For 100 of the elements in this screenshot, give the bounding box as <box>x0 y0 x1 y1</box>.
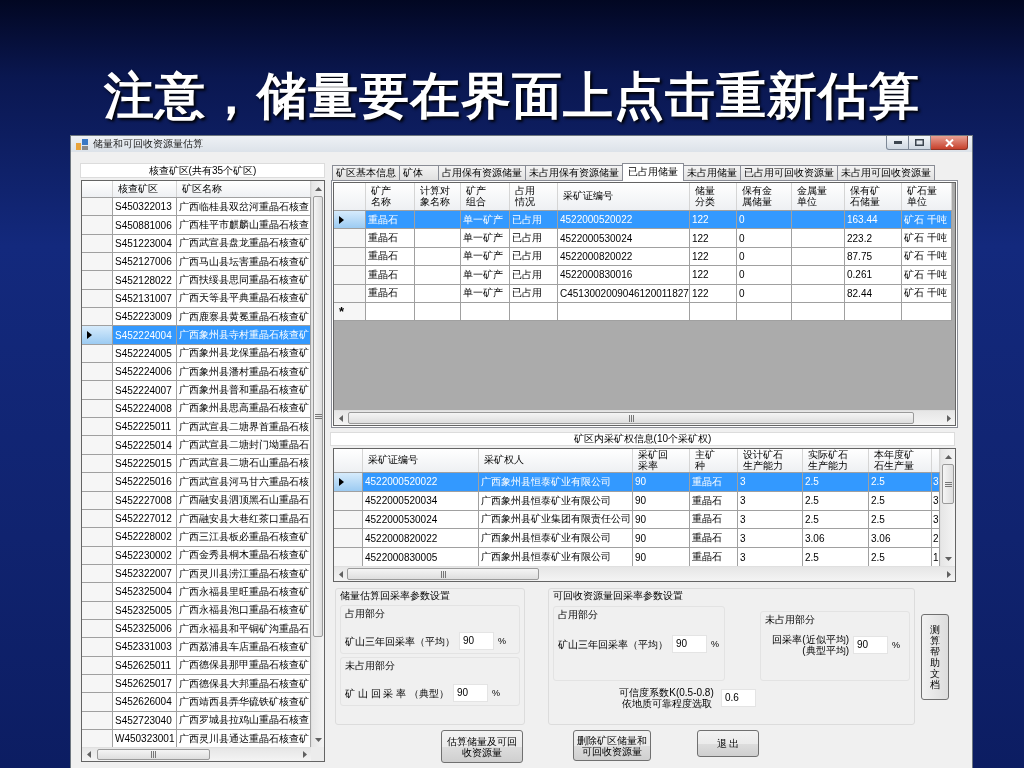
table-cell: 90 <box>633 510 690 529</box>
table-row[interactable]: 4522000830005 广西象州县恒泰矿业有限公司 90 重晶石 3 2.5 2.5 1 <box>334 548 940 566</box>
table-row[interactable]: S452223009 广西鹿寨县黄冕重晶石核查矿 <box>82 308 311 327</box>
maximize-button[interactable] <box>909 136 931 150</box>
table-cell: 2.5 <box>803 491 869 510</box>
column-header[interactable]: 保有金属储量 <box>737 183 792 210</box>
column-header[interactable]: 计算对象名称 <box>415 183 461 210</box>
left-arrow-icon[interactable] <box>338 570 343 578</box>
left-arrow-icon[interactable] <box>338 414 343 422</box>
table-cell: 3 <box>738 548 803 566</box>
table-row[interactable]: S452224007 广西象州县普和重晶石核查矿 <box>82 381 311 400</box>
scrollbar-corner <box>311 747 324 761</box>
column-header[interactable]: 矿产名称 <box>366 183 415 210</box>
table-row[interactable]: 重晶石 单一矿产 已占用 4522000830016 122 0 0.261 矿石 千吨 <box>334 266 952 285</box>
right-arrow-icon[interactable] <box>946 414 951 422</box>
horizontal-scrollbar[interactable] <box>334 566 955 581</box>
down-arrow-icon[interactable] <box>944 556 952 561</box>
table-cell: 单一矿产 <box>461 247 510 266</box>
table-cell: 223.2 <box>845 229 902 247</box>
minimize-button[interactable] <box>886 136 909 150</box>
column-header[interactable]: 主矿种 <box>690 449 738 472</box>
table-row[interactable]: 重晶石 单一矿产 已占用 4522000530024 122 0 223.2 矿石 千吨 <box>334 229 952 248</box>
input-field[interactable]: 0.6 <box>721 689 756 707</box>
table-row[interactable]: S452626004 广西靖西县弄华硫铁矿核查矿 <box>82 693 311 712</box>
group-title: 未占用部分 <box>345 660 395 672</box>
table-row[interactable]: S450322013 广西临桂县双岔河重晶石核查 <box>82 198 311 217</box>
table-row[interactable]: S452224006 广西象州县潘村重晶石核查矿 <box>82 363 311 382</box>
table-cell: 4522000820022 <box>558 247 690 266</box>
table-row[interactable]: S450881006 广西桂平市麒麟山重晶石核查 <box>82 216 311 235</box>
table-row[interactable]: S452228002 广西三江县板必重晶石核查矿 <box>82 528 311 547</box>
table-cell: 已占用 <box>510 284 558 302</box>
column-header[interactable]: 储量分类 <box>690 183 737 210</box>
vertical-scrollbar[interactable] <box>311 181 324 747</box>
table-cell: S452325006 <box>113 619 177 638</box>
table-row[interactable]: S452127006 广西马山县坛害重晶石核查矿 <box>82 253 311 272</box>
column-header[interactable]: 采矿权人 <box>479 449 633 472</box>
table-row[interactable]: S452331003 广西荔浦县车店重晶石核查矿 <box>82 638 311 657</box>
action-button[interactable]: 删除矿区储量和可回收资源量 <box>573 730 651 761</box>
table-cell: 122 <box>690 247 737 266</box>
table-row[interactable]: S452128022 广西扶绥县思同重晶石核查矿 <box>82 271 311 290</box>
table-cell: S450322013 <box>113 198 177 216</box>
action-button[interactable]: 退 出 <box>697 730 759 757</box>
input-field[interactable]: 90 <box>672 635 707 653</box>
horizontal-scrollbar[interactable] <box>82 747 311 761</box>
column-header[interactable]: 矿石量单位 <box>902 183 952 210</box>
table-row[interactable]: S452225011 广西武宣县二塘界首重晶石核 <box>82 418 311 437</box>
scrollbar-thumb[interactable] <box>313 196 323 637</box>
table-row[interactable]: S452225016 广西武宣县河马甘六重晶石核 <box>82 473 311 492</box>
table-cell: 4522000820022 <box>363 529 479 548</box>
table-cell: 重晶石 <box>366 284 415 302</box>
down-arrow-icon[interactable] <box>314 737 322 742</box>
table-cell: 已占用 <box>510 211 558 229</box>
horizontal-scrollbar[interactable] <box>334 410 955 425</box>
column-header[interactable]: 实际矿石生产能力 <box>803 449 869 472</box>
action-button[interactable]: 估算储量及可回收资源量 <box>441 730 523 763</box>
column-header[interactable]: 占用情况 <box>510 183 558 210</box>
table-cell: S452228002 <box>113 528 177 546</box>
group-title: 储量估算回采率参数设置 <box>340 590 450 602</box>
scrollbar-thumb[interactable] <box>348 412 914 424</box>
column-header[interactable]: 设计矿石生产能力 <box>738 449 803 472</box>
close-button[interactable] <box>931 136 968 150</box>
table-cell: S451223004 <box>113 234 177 253</box>
column-header[interactable]: 采矿证编号 <box>558 183 690 210</box>
scrollbar-thumb[interactable] <box>942 464 954 504</box>
scrollbar-thumb[interactable] <box>347 568 539 580</box>
table-row[interactable]: S452225014 广西武宣县二塘封门坳重晶石 <box>82 436 311 455</box>
up-arrow-icon[interactable] <box>944 454 952 459</box>
tab[interactable]: 未占用可回收资源量 <box>837 165 935 180</box>
tab[interactable]: 已占用可回收资源量 <box>740 165 838 180</box>
tab[interactable]: 未占用保有资源储量 <box>525 165 623 180</box>
input-field[interactable]: 90 <box>853 636 888 654</box>
table-cell: 单一矿产 <box>461 229 510 247</box>
table-cell: S452131007 <box>113 289 177 308</box>
input-field[interactable]: 90 <box>459 632 494 650</box>
table-row[interactable]: 4522000820022 广西象州县恒泰矿业有限公司 90 重晶石 3 3.06 3.06 2 <box>334 529 940 549</box>
column-header[interactable]: 矿产组合 <box>461 183 510 210</box>
table-row[interactable]: S452325004 广西永福县里旺重晶石核查矿 <box>82 583 311 602</box>
right-arrow-icon[interactable] <box>946 570 951 578</box>
table-cell: 矿石 千吨 <box>902 211 952 229</box>
column-header[interactable]: 本年度矿石生产量 <box>869 449 932 472</box>
column-header[interactable]: 核查矿区 <box>113 181 177 197</box>
table-cell: 87.75 <box>845 247 902 266</box>
left-arrow-icon[interactable] <box>86 751 91 758</box>
tab[interactable]: 已占用储量 <box>622 163 684 181</box>
scrollbar-thumb[interactable] <box>97 749 210 760</box>
column-header[interactable]: 采矿证编号 <box>363 449 479 472</box>
tab[interactable]: 矿体 <box>399 165 439 180</box>
help-doc-button[interactable]: 测算帮助文档 <box>921 614 949 700</box>
up-arrow-icon[interactable] <box>314 186 322 191</box>
vertical-scrollbar[interactable] <box>940 449 955 566</box>
column-header[interactable]: 金属量单位 <box>792 183 845 210</box>
table-cell: 矿石 千吨 <box>902 229 952 247</box>
table-cell: 2.5 <box>803 548 869 566</box>
right-arrow-icon[interactable] <box>302 751 307 758</box>
tab[interactable]: 未占用储量 <box>683 165 741 180</box>
tab[interactable]: 占用保有资源储量 <box>438 165 526 180</box>
input-field[interactable]: 90 <box>452 684 488 702</box>
column-header[interactable]: 保有矿石储量 <box>845 183 902 210</box>
tab[interactable]: 矿区基本信息 <box>332 165 400 180</box>
column-header[interactable]: 采矿回采率 <box>633 449 690 472</box>
